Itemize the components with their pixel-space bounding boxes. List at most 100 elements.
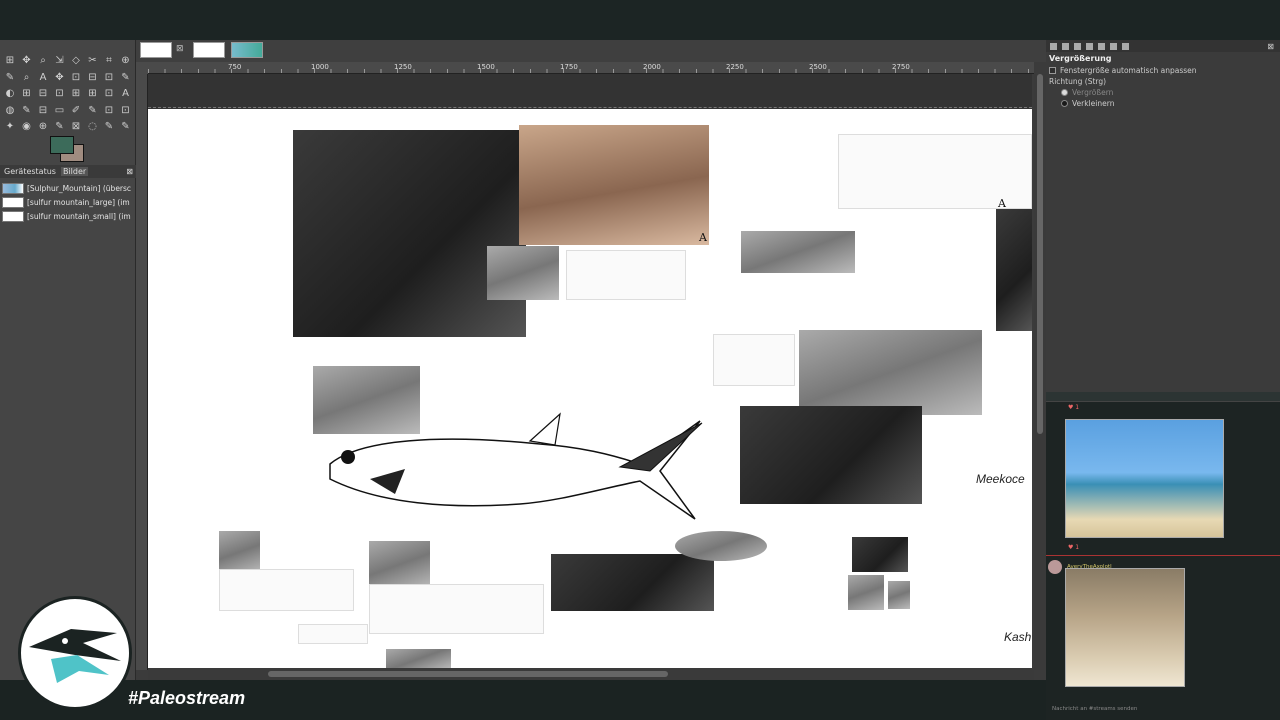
tool-icon[interactable]: ⊡ [102,71,116,85]
fossil-photo-small [487,246,559,300]
dock-icon[interactable] [1098,42,1105,50]
tool-icon[interactable]: ✥ [53,71,67,85]
foreground-color-swatch[interactable] [50,136,74,154]
horizontal-ruler[interactable]: 750 1000 1250 1500 1750 2000 2250 2500 2… [148,62,1034,74]
gimp-window: ⊞ ✥ ⌕ ⇲ ◇ ✂ ⌗ ⊕ ✎ ⌕ A ✥ ⊡ ⊟ ⊡ ✎ ◐ ⊞ ⊟ ⊡ ⊞ ⊞ ⊡ A ◍ ✎ ⊟ ▭ ✐ ✎ ⊡ ⊡ ✦ ◉ ⊕ ✎ ⊠ ◌ ✎ ✎… [0,40,1046,680]
tool-icon[interactable]: ✂ [86,54,100,68]
dock-close-icon[interactable]: ⊠ [126,167,136,176]
vertical-ruler[interactable] [136,74,148,670]
dock-icon[interactable] [1062,42,1069,50]
species-label: Kash [1004,630,1032,644]
dock-icon[interactable] [1086,42,1093,50]
tool-icon[interactable]: ✎ [86,104,100,118]
image-canvas[interactable]: A A Meekoce Kash [148,109,1032,669]
tool-icon[interactable]: ✎ [53,120,67,134]
dock-icons: ⊠ [1046,40,1280,52]
tool-icon[interactable]: ✦ [3,120,17,134]
tool-icon[interactable]: ⇲ [53,54,67,68]
reaction-badge[interactable]: ♥ 1 [1046,542,1101,553]
horizontal-scrollbar[interactable] [148,668,1034,680]
tool-icon[interactable]: ⊕ [36,120,50,134]
tool-icon[interactable]: ◇ [69,54,83,68]
list-item[interactable]: [sulfur mountain_large] (im [2,195,134,209]
tool-icon[interactable]: A [119,87,133,101]
image-tabs: ⊠ [136,40,1046,62]
canvas-area: ⊠ 750 1000 1250 1500 1750 2000 2250 2500… [136,40,1046,680]
tool-icon[interactable]: ⊕ [119,54,133,68]
tool-icon[interactable]: ✐ [69,104,83,118]
chat-input[interactable]: Nachricht an #streams senden [1052,706,1137,712]
tool-icon[interactable]: ◌ [86,120,100,134]
tool-icon[interactable]: ⊡ [69,71,83,85]
reaction-badge[interactable]: ♥ 1 [1046,402,1280,413]
image-tab-3[interactable] [231,42,263,58]
tool-icon[interactable]: ⊟ [86,71,100,85]
tool-icon[interactable]: ✎ [102,120,116,134]
ruler-tick-label: 1250 [394,63,412,71]
tool-icon[interactable]: ⊞ [69,87,83,101]
tool-icon[interactable]: ✥ [20,54,34,68]
zoom-out-radio[interactable]: Verkleinern [1046,98,1280,109]
tool-icon[interactable]: ✎ [20,104,34,118]
resize-window-option[interactable]: Fenstergröße automatisch anpassen [1046,65,1280,76]
fossil-photo-dark [551,554,714,611]
tab-images[interactable]: Bilder [60,167,89,176]
tool-icon[interactable]: ⌕ [20,71,34,85]
dock-icon[interactable] [1110,42,1117,50]
tool-icon[interactable]: ⊞ [3,54,17,68]
image-tab-2[interactable] [193,42,225,58]
tool-icon[interactable]: ⊠ [69,120,83,134]
tool-icon[interactable]: ⊡ [102,87,116,101]
tool-icon[interactable]: ⊡ [119,104,133,118]
tool-icon[interactable]: ⊞ [86,87,100,101]
fg-bg-colors[interactable] [50,136,86,162]
fossil-photo [888,581,910,609]
tool-icon[interactable]: ⌕ [36,54,50,68]
new-messages-divider [1046,555,1280,556]
tool-icon[interactable]: ⊟ [36,87,50,101]
tool-icon[interactable]: ✎ [3,71,17,85]
chat-image-fish[interactable] [1065,419,1224,538]
tool-icon[interactable]: ⊞ [20,87,34,101]
stream-hashtag: #Paleostream [128,688,246,708]
dock-icon[interactable] [1050,42,1057,50]
tool-icon[interactable]: ✎ [119,71,133,85]
tool-icon[interactable]: ⊡ [53,87,67,101]
ruler-tick-label: 1500 [477,63,495,71]
ruler-corner[interactable] [136,62,148,74]
tool-icon[interactable]: ▭ [53,104,67,118]
tab-device-status[interactable]: Gerätestatus [2,167,58,176]
chat-panel: ♥ 1 ♥ 1 AveryTheAxolotl Nachricht an #st… [1046,392,1280,720]
radio-button[interactable] [1061,89,1068,96]
tool-icon[interactable]: ◐ [3,87,17,101]
tool-options-dock: ⊠ Vergrößerung Fenstergröße automatisch … [1046,40,1280,392]
list-item[interactable]: [Sulphur_Mountain] (übersc [2,181,134,195]
tool-icon[interactable]: ⌗ [102,54,116,68]
left-dock-tabs: Gerätestatus Bilder ⊠ [0,165,136,178]
resize-checkbox[interactable] [1049,67,1056,74]
tool-icon[interactable]: ✎ [119,120,133,134]
dock-icon[interactable] [1074,42,1081,50]
fossil-photo-brown [519,125,709,245]
image-view[interactable]: A A Meekoce Kash [148,74,1032,669]
ruler-tick-label: 750 [228,63,242,71]
radio-button[interactable] [1061,100,1068,107]
tool-icon[interactable]: A [36,71,50,85]
image-tab-1[interactable] [140,42,172,58]
dock-icon[interactable] [1122,42,1129,50]
fossil-photo-dark [740,406,922,504]
tool-icon[interactable]: ◍ [3,104,17,118]
list-item[interactable]: [sulfur mountain_small] (im [2,209,134,223]
close-icon[interactable]: ⊠ [1267,42,1274,51]
zoom-in-radio[interactable]: Vergrößern [1046,87,1280,98]
chat-image-fish[interactable] [1065,568,1185,687]
close-icon[interactable]: ⊠ [176,44,184,54]
tool-icon[interactable]: ⊡ [102,104,116,118]
ruler-tick-label: 2750 [892,63,910,71]
avatar[interactable] [1048,560,1062,574]
vertical-scrollbar[interactable] [1034,74,1046,670]
tool-icon[interactable]: ◉ [20,120,34,134]
tool-icon[interactable]: ⊟ [36,104,50,118]
fossil-photo [386,649,451,669]
fish-reconstruction-drawing [329,412,703,520]
